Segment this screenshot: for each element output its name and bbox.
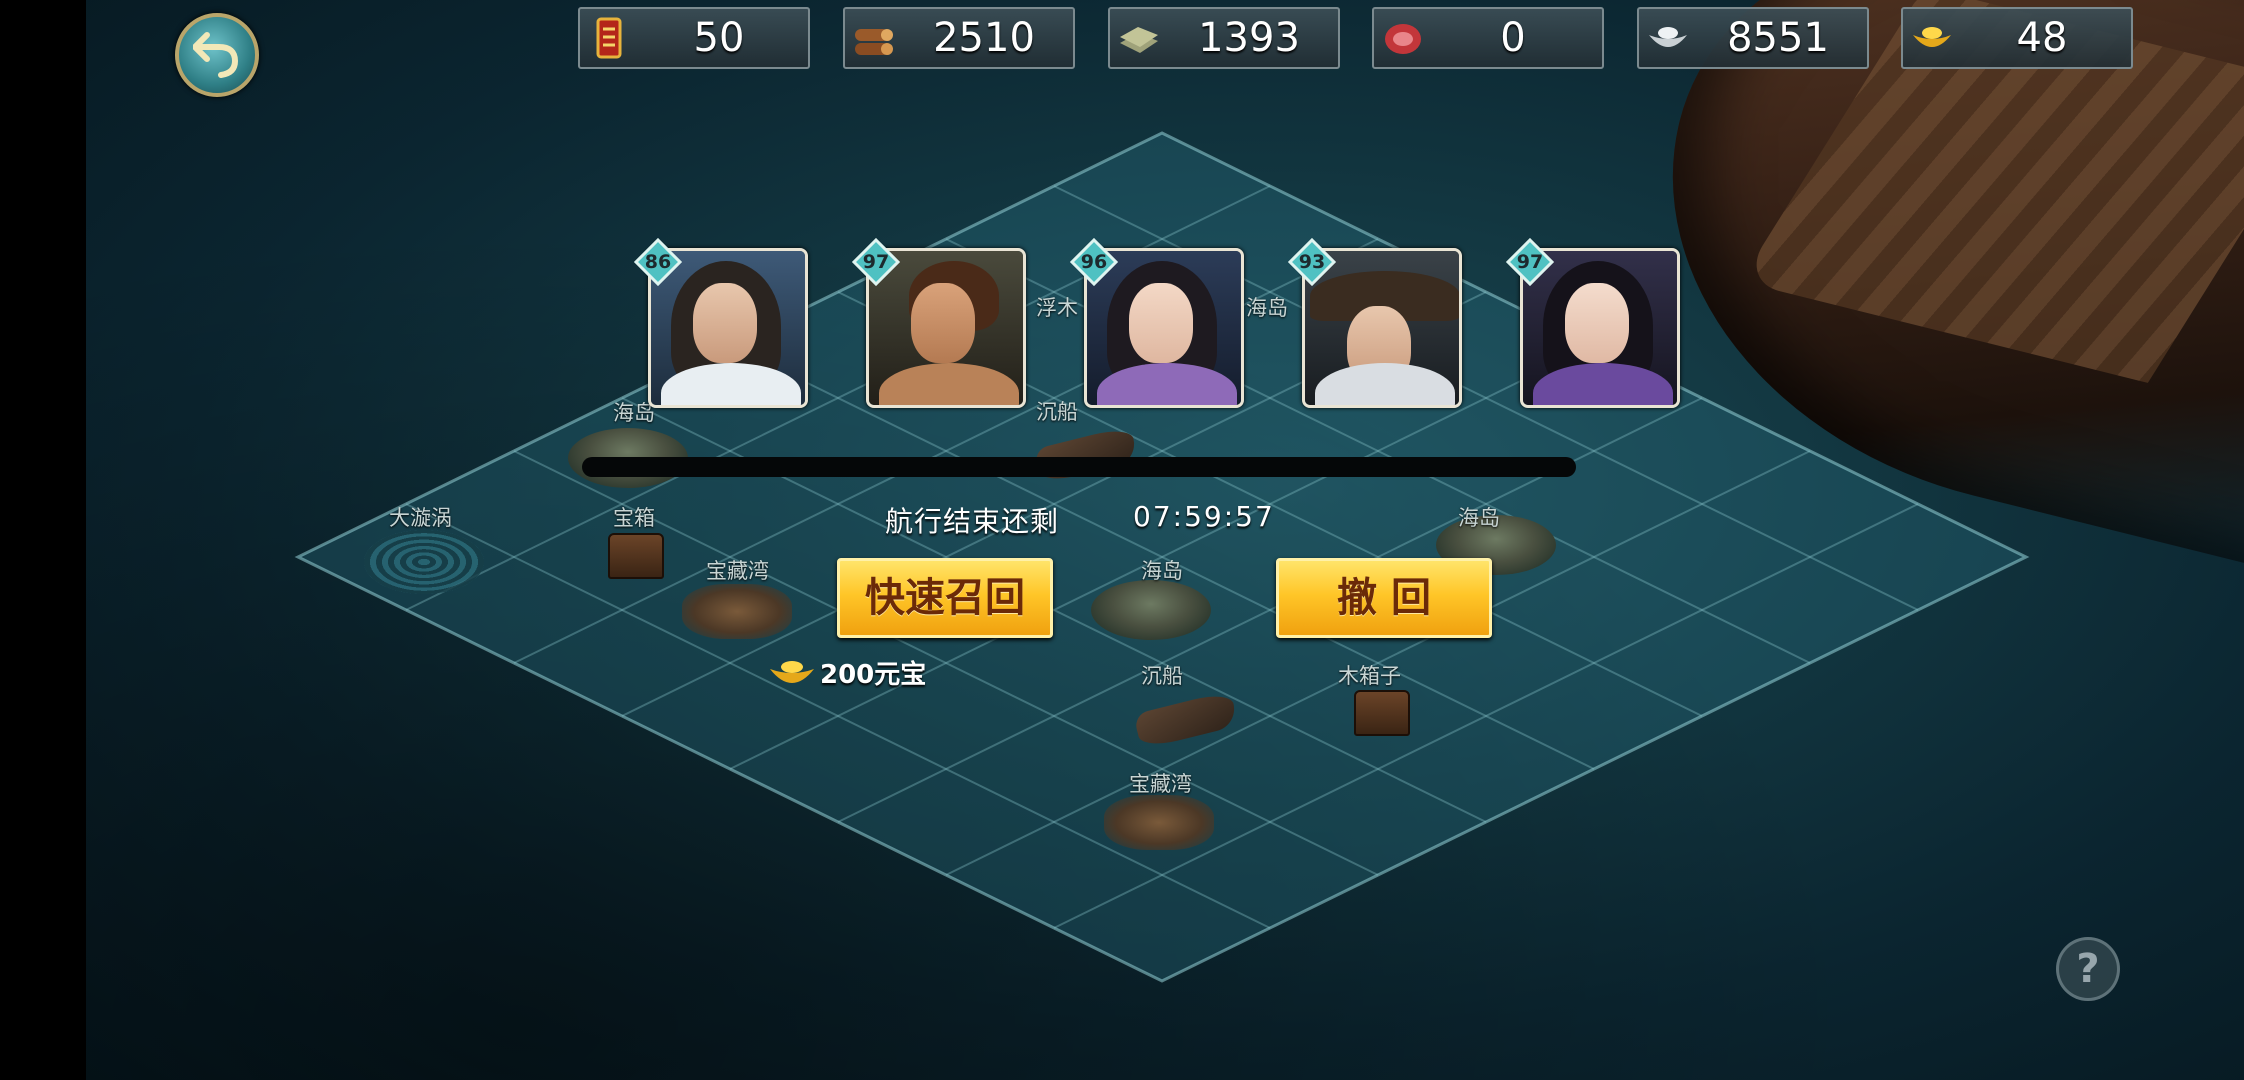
treasure-cove-label: 宝藏湾 [706, 559, 769, 583]
treasure-cove-tile[interactable] [1104, 795, 1214, 850]
withdraw-label: 撤 回 [1337, 575, 1431, 621]
voyage-remaining-label: 航行结束还剩 [885, 505, 1060, 538]
treasure-cove-tile[interactable] [682, 584, 792, 639]
wood-logs-icon [855, 29, 893, 55]
help-question-icon: ? [2076, 946, 2100, 992]
driftwood-label: 浮木 [1036, 296, 1078, 320]
hero-face [1565, 283, 1629, 363]
hero-level: 96 [1080, 251, 1108, 273]
hero-level: 86 [644, 251, 672, 273]
island-label: 海岛 [1458, 506, 1500, 530]
gold-count: 48 [2016, 15, 2068, 61]
hero-level-badge: 93 [1287, 237, 1337, 287]
gold-ingot-icon [1913, 27, 1951, 47]
hero-level-badge: 86 [633, 237, 683, 287]
wooden-box-label: 木箱子 [1338, 664, 1401, 688]
hero-level-badge: 97 [851, 237, 901, 287]
treasure-cove-label: 宝藏湾 [1129, 772, 1192, 796]
voyage-remaining-time: 07:59:57 [1133, 500, 1275, 533]
resource-gold: 48 [1901, 7, 2133, 69]
hero-level: 97 [862, 251, 890, 273]
withdraw-button[interactable]: 撤 回 [1276, 558, 1492, 638]
wooden-box-tile[interactable] [1354, 690, 1410, 736]
resource-command-tokens: 50 [578, 7, 810, 69]
island-tile[interactable] [1091, 580, 1211, 640]
treasure-box-label: 宝箱 [613, 506, 655, 530]
hero-level-badge: 97 [1505, 237, 1555, 287]
hero-level: 97 [1516, 251, 1544, 273]
hero-face [693, 283, 757, 363]
quick-recall-cost-text: 200元宝 [820, 660, 927, 690]
voyage-progress-bar [582, 457, 1576, 477]
wood-count: 2510 [933, 15, 1035, 61]
stone-slab-icon [1120, 27, 1158, 53]
voyage-screen: 大漩涡 宝箱 宝藏湾 海岛 浮木 海岛 沉船 海岛 海岛 沉船 木箱子 宝藏湾 [86, 0, 2244, 1080]
resource-silver: 8551 [1637, 7, 1869, 69]
food-count: 0 [1500, 15, 1526, 61]
island-label: 海岛 [1141, 559, 1183, 583]
silver-ingot-icon [1649, 27, 1687, 47]
island-label: 海岛 [1246, 296, 1288, 320]
hero-level-badge: 96 [1069, 237, 1119, 287]
treasure-box-tile[interactable] [608, 533, 664, 579]
gold-ingot-icon [770, 661, 814, 683]
help-button[interactable]: ? [2056, 937, 2120, 1001]
shipwreck-label: 沉船 [1141, 664, 1183, 688]
resource-wood: 2510 [843, 7, 1075, 69]
command-token-count: 50 [693, 15, 745, 61]
whirlpool-tile[interactable] [364, 530, 484, 594]
resource-stone: 1393 [1108, 7, 1340, 69]
back-button[interactable] [175, 13, 259, 97]
back-arrow-icon [193, 32, 239, 78]
quick-recall-label: 快速召回 [865, 575, 1025, 621]
stone-count: 1393 [1198, 15, 1300, 61]
quick-recall-button[interactable]: 快速召回 [837, 558, 1053, 638]
silver-count: 8551 [1727, 15, 1829, 61]
meat-food-icon [1385, 24, 1421, 54]
hero-face [1129, 283, 1193, 363]
whirlpool-label: 大漩涡 [389, 506, 452, 530]
hero-face [911, 283, 975, 363]
hero-level: 93 [1298, 251, 1326, 273]
command-token-icon [596, 17, 622, 59]
shipwreck-label: 沉船 [1036, 400, 1078, 424]
resource-food: 0 [1372, 7, 1604, 69]
